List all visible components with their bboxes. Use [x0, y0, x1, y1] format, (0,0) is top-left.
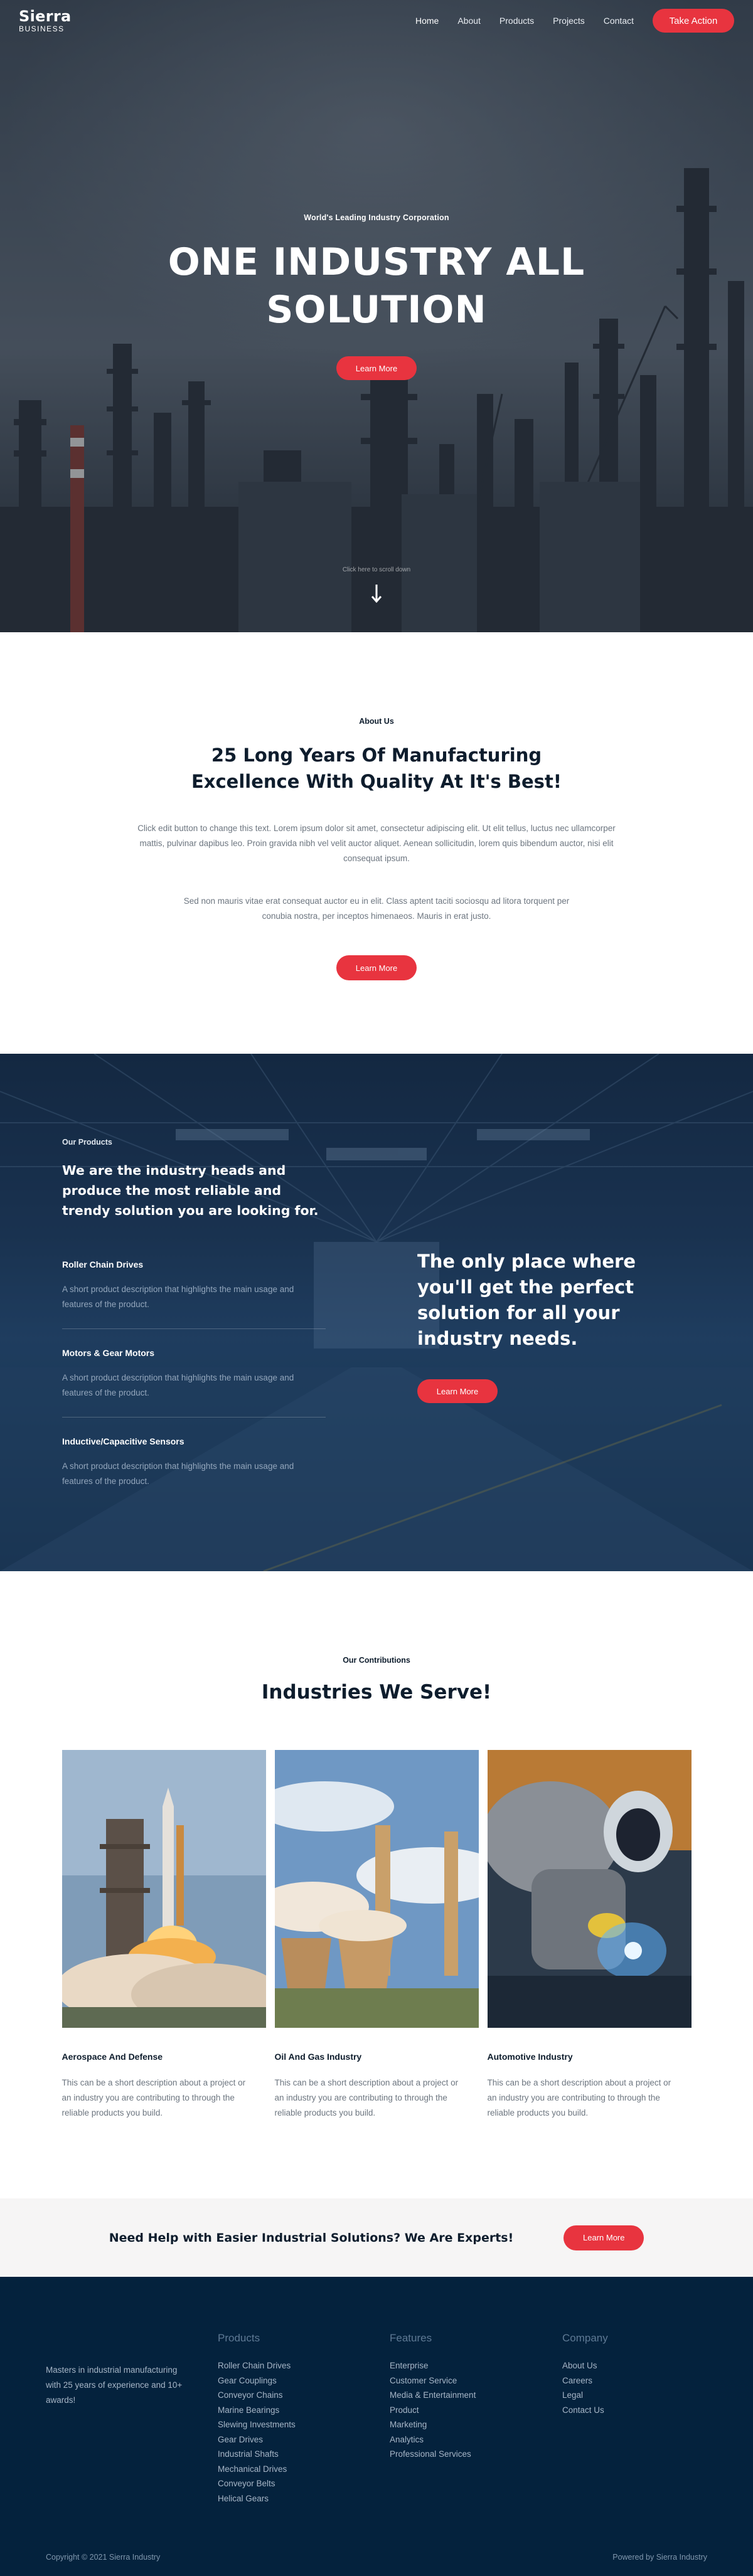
cta-text: Need Help with Easier Industrial Solutio… [109, 2230, 514, 2245]
footer: Masters in industrial manufacturing with… [0, 2277, 753, 2576]
arrow-down-icon[interactable] [367, 581, 386, 606]
industry-card-title: Automotive Industry [487, 2052, 573, 2062]
industry-card-description: This can be a short description about a … [61, 2078, 246, 2118]
industries-eyebrow: Our Contributions [343, 1656, 410, 1665]
footer-link[interactable]: Gear Couplings [218, 2373, 296, 2388]
brand-name: Sierra [19, 8, 72, 25]
nav-item-home[interactable]: Home [415, 16, 439, 26]
power-plant-image [274, 1750, 479, 2028]
product-list: Roller Chain Drives A short product desc… [62, 1259, 326, 1505]
footer-link[interactable]: Media & Entertainment [390, 2388, 476, 2403]
footer-link[interactable]: Legal [562, 2388, 608, 2403]
products-eyebrow: Our Products [62, 1138, 112, 1147]
products-section: Our Products We are the industry heads a… [0, 1054, 753, 1571]
hero-content: World's Leading Industry Corporation ONE… [0, 213, 753, 380]
footer-link-list: Enterprise Customer Service Media & Ente… [390, 2358, 476, 2462]
footer-link[interactable]: Analytics [390, 2432, 476, 2447]
product-description: A short product description that highlig… [62, 1373, 294, 1397]
footer-about-text: Masters in industrial manufacturing with… [46, 2365, 183, 2405]
nav-item-contact[interactable]: Contact [604, 16, 634, 26]
footer-link[interactable]: Enterprise [390, 2358, 476, 2373]
products-learn-more-button[interactable]: Learn More [417, 1379, 498, 1403]
footer-link[interactable]: Conveyor Belts [218, 2476, 296, 2491]
footer-column-products: Products Roller Chain Drives Gear Coupli… [218, 2332, 296, 2506]
footer-column-heading: Features [390, 2332, 432, 2344]
footer-link[interactable]: Marketing [390, 2417, 476, 2432]
footer-link[interactable]: Product [390, 2403, 476, 2418]
industry-card-automotive[interactable]: Automotive Industry This can be a short … [487, 1750, 692, 2121]
nav-item-about[interactable]: About [457, 16, 481, 26]
top-nav: Sierra BUSINESS Home About Products Proj… [0, 0, 753, 41]
footer-link[interactable]: Roller Chain Drives [218, 2358, 296, 2373]
industry-card-title: Aerospace And Defense [61, 2052, 163, 2062]
footer-link[interactable]: Industrial Shafts [218, 2447, 296, 2462]
nav-item-projects[interactable]: Projects [553, 16, 585, 26]
brand-logo[interactable]: Sierra BUSINESS [19, 9, 71, 33]
product-item: Inductive/Capacitive Sensors A short pro… [62, 1418, 326, 1505]
footer-link[interactable]: Professional Services [390, 2447, 476, 2462]
industry-card-aerospace[interactable]: Aerospace And Defense This can be a shor… [61, 1750, 266, 2121]
products-list-panel: Our Products We are the industry heads a… [62, 1138, 326, 1505]
products-side-title: The only place where you'll get the perf… [417, 1251, 636, 1349]
footer-link[interactable]: Mechanical Drives [218, 2462, 296, 2477]
about-paragraph-2: Sed non mauris vitae erat consequat auct… [183, 896, 570, 921]
footer-link[interactable]: Helical Gears [218, 2491, 296, 2506]
footer-column-features: Features Enterprise Customer Service Med… [390, 2332, 476, 2462]
rocket-launch-image [61, 1750, 266, 2028]
industry-card-title: Oil And Gas Industry [274, 2052, 362, 2062]
industry-cards: Aerospace And Defense This can be a shor… [0, 1750, 753, 2121]
industry-card-oil-gas[interactable]: Oil And Gas Industry This can be a short… [274, 1750, 479, 2121]
footer-link-list: About Us Careers Legal Contact Us [562, 2358, 608, 2417]
product-name: Roller Chain Drives [62, 1259, 144, 1269]
hero-eyebrow: World's Leading Industry Corporation [304, 213, 449, 222]
footer-link[interactable]: Careers [562, 2373, 608, 2388]
industry-card-description: This can be a short description about a … [274, 2078, 459, 2118]
copyright-text: Copyright © 2021 Sierra Industry [46, 2553, 161, 2562]
industry-card-description: This can be a short description about a … [487, 2078, 671, 2118]
products-title: We are the industry heads and produce th… [62, 1163, 319, 1218]
about-eyebrow: About Us [359, 717, 394, 726]
powered-by-text: Powered by Sierra Industry [612, 2553, 707, 2562]
product-item: Motors & Gear Motors A short product des… [62, 1329, 326, 1418]
footer-link[interactable]: Marine Bearings [218, 2403, 296, 2418]
product-description: A short product description that highlig… [62, 1285, 294, 1309]
about-paragraph-1: Click edit button to change this text. L… [137, 824, 616, 863]
footer-link[interactable]: Customer Service [390, 2373, 476, 2388]
about-title: 25 Long Years Of Manufacturing Excellenc… [191, 745, 562, 792]
industries-title: Industries We Serve! [261, 1681, 492, 1704]
take-action-button[interactable]: Take Action [653, 9, 734, 33]
footer-link-list: Roller Chain Drives Gear Couplings Conve… [218, 2358, 296, 2506]
scroll-note: Click here to scroll down [342, 566, 411, 573]
brand-tagline: BUSINESS [19, 24, 65, 33]
footer-column-heading: Products [218, 2332, 260, 2344]
footer-link[interactable]: Contact Us [562, 2403, 608, 2418]
footer-link[interactable]: Conveyor Chains [218, 2388, 296, 2403]
about-learn-more-button[interactable]: Learn More [336, 955, 417, 980]
welder-image [487, 1750, 692, 2028]
footer-link[interactable]: About Us [562, 2358, 608, 2373]
product-name: Inductive/Capacitive Sensors [62, 1436, 184, 1446]
product-description: A short product description that highlig… [62, 1461, 294, 1486]
nav-menu: Home About Products Projects Contact [415, 16, 634, 26]
cta-banner: Need Help with Easier Industrial Solutio… [0, 2198, 753, 2277]
cta-learn-more-button[interactable]: Learn More [563, 2225, 644, 2250]
industries-section: Our Contributions Industries We Serve! A… [0, 1571, 753, 2198]
footer-link[interactable]: Gear Drives [218, 2432, 296, 2447]
product-name: Motors & Gear Motors [62, 1348, 155, 1358]
footer-column-company: Company About Us Careers Legal Contact U… [562, 2332, 608, 2417]
hero-learn-more-button[interactable]: Learn More [336, 356, 417, 380]
hero-section: Sierra BUSINESS Home About Products Proj… [0, 0, 753, 632]
product-item: Roller Chain Drives A short product desc… [62, 1259, 326, 1329]
hero-title: ONE INDUSTRY ALL SOLUTION [168, 240, 585, 332]
products-cta-panel: The only place where you'll get the perf… [417, 1249, 693, 1403]
footer-column-heading: Company [562, 2332, 608, 2344]
footer-link[interactable]: Slewing Investments [218, 2417, 296, 2432]
about-section: About Us 25 Long Years Of Manufacturing … [0, 632, 753, 1054]
nav-item-products[interactable]: Products [499, 16, 534, 26]
